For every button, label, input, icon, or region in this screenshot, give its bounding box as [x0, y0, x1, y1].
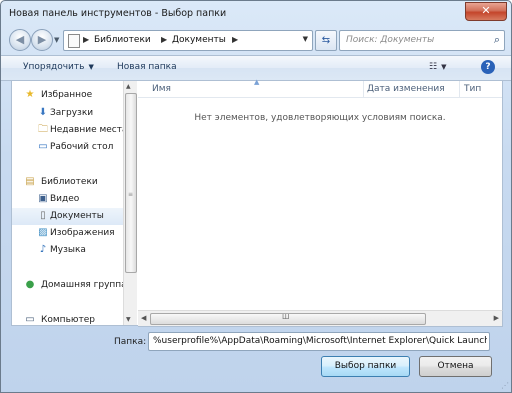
select-folder-button[interactable]: Выбор папки: [321, 356, 410, 377]
chevron-down-icon: ▼: [441, 63, 447, 71]
forward-button[interactable]: ▶: [31, 29, 53, 51]
computer-icon: ▭: [25, 314, 35, 325]
chevron-down-icon[interactable]: ▼: [303, 35, 308, 43]
navigation-pane: ★ Избранное ⬇ Загрузки 🗀 Недавние места ▭ Рабоч…: [11, 81, 138, 326]
sidebar-item-label: Библиотеки: [41, 177, 98, 187]
back-button[interactable]: ◀: [9, 29, 31, 51]
search-icon[interactable]: ⌕: [494, 33, 500, 47]
address-bar[interactable]: ▶ Библиотеки ▶ Документы ▶ ▼: [63, 30, 313, 51]
sidebar-item[interactable]: ▨ Изображения: [12, 225, 124, 242]
sidebar-item[interactable]: ★ Избранное: [12, 87, 124, 104]
music-icon: ♪: [39, 244, 47, 255]
recent-pages-dropdown-icon[interactable]: ▼: [54, 36, 59, 44]
documents-icon: ▯: [40, 210, 46, 221]
close-icon: ✕: [481, 4, 491, 17]
scroll-right-icon[interactable]: ▶: [494, 314, 499, 322]
folder-location-icon: [68, 34, 80, 48]
downloads-icon: ⬇: [38, 107, 48, 118]
scroll-left-icon[interactable]: ◀: [141, 314, 146, 322]
desktop-icon: ▭: [38, 141, 48, 152]
sidebar-item[interactable]: ▣ Видео: [12, 191, 124, 208]
sidebar-item[interactable]: ● Домашняя группа: [12, 277, 127, 294]
column-date-modified[interactable]: Дата изменения: [367, 84, 445, 94]
libraries-icon: ▤: [25, 176, 35, 187]
help-icon: ?: [485, 62, 491, 72]
sidebar-item[interactable]: ▯ Документы: [12, 208, 124, 225]
folder-label: Папка:: [114, 337, 147, 347]
sidebar-item[interactable]: 🗀 Недавние места: [12, 122, 128, 139]
new-folder-button[interactable]: Новая папка: [117, 62, 177, 72]
homegroup-icon: ●: [25, 279, 35, 290]
grip-icon: Ш: [282, 313, 290, 321]
view-options-icon: ☷: [429, 62, 438, 72]
dialog-window: Новая панель инструментов - Выбор папки …: [0, 0, 512, 393]
empty-message: Нет элементов, удовлетворяющих условиям …: [194, 113, 446, 123]
sort-indicator-icon: ▲: [254, 78, 260, 86]
scroll-up-icon[interactable]: ▲: [126, 83, 131, 90]
file-list[interactable]: ▲ Имя Дата изменения Тип Нет элементов, …: [138, 78, 503, 310]
organize-label: Упорядочить: [23, 62, 85, 72]
chevron-down-icon: ▼: [88, 63, 94, 71]
sidebar-item-label: Загрузки: [50, 108, 94, 118]
sidebar-item-label: Избранное: [41, 90, 93, 100]
sidebar-item[interactable]: ♪ Музыка: [12, 242, 124, 259]
cancel-button[interactable]: Отмена: [419, 356, 492, 377]
scrollbar-thumb[interactable]: Ш: [150, 313, 426, 325]
column-header: ▲ Имя Дата изменения Тип: [138, 78, 502, 98]
folder-path-field[interactable]: [148, 332, 490, 351]
resize-grip-icon[interactable]: ⋰: [501, 381, 509, 390]
star-icon: ★: [25, 89, 35, 100]
refresh-icon: ⇆: [321, 35, 331, 46]
sidebar-item-label: Видео: [50, 194, 80, 204]
sidebar-item-label: Музыка: [50, 245, 86, 255]
sidebar-item[interactable]: ▭ Компьютер: [12, 312, 124, 325]
scrollbar-thumb[interactable]: ≡: [125, 93, 137, 273]
chevron-right-icon[interactable]: ▶: [232, 35, 238, 44]
navigation-scrollbar[interactable]: ▲ ≡ ▼: [123, 81, 137, 325]
sidebar-item-label: Рабочий стол: [50, 142, 114, 152]
search-input[interactable]: Поиск: Документы: [346, 35, 434, 45]
sidebar-item-label: Документы: [50, 211, 104, 221]
scroll-down-icon[interactable]: ▼: [126, 316, 131, 323]
pictures-icon: ▨: [38, 227, 48, 238]
column-name[interactable]: Имя: [152, 84, 171, 94]
title-bar: Новая панель инструментов - Выбор папки …: [1, 1, 511, 27]
horizontal-scrollbar[interactable]: ◀ Ш ▶: [138, 310, 503, 327]
breadcrumb-documents[interactable]: Документы: [172, 35, 226, 45]
sidebar-item[interactable]: ▤ Библиотеки: [12, 174, 124, 191]
chevron-right-icon[interactable]: ▶: [83, 35, 89, 44]
column-divider[interactable]: [459, 81, 460, 97]
column-divider[interactable]: [363, 81, 364, 97]
refresh-button[interactable]: ⇆: [315, 30, 337, 51]
sidebar-item-label: Недавние места: [50, 125, 128, 135]
sidebar-item-label: Изображения: [50, 228, 115, 238]
navigation-bar: ◀ ▶ ▼ ▶ Библиотеки ▶ Документы ▶ ▼ ⇆ Пои…: [1, 27, 511, 53]
grip-icon: ≡: [128, 191, 134, 198]
video-icon: ▣: [38, 193, 48, 204]
recent-places-icon: 🗀: [38, 124, 48, 135]
search-box[interactable]: Поиск: Документы ⌕: [339, 30, 505, 51]
chevron-right-icon[interactable]: ▶: [161, 35, 167, 44]
sidebar-item[interactable]: ▭ Рабочий стол: [12, 139, 124, 156]
close-button[interactable]: ✕: [465, 2, 507, 21]
sidebar-item-label: Компьютер: [41, 315, 95, 325]
forward-icon: ▶: [37, 33, 47, 46]
sidebar-item-label: Домашняя группа: [41, 280, 127, 290]
sidebar-item[interactable]: ⬇ Загрузки: [12, 105, 124, 122]
organize-button[interactable]: Упорядочить ▼: [23, 62, 94, 72]
breadcrumb-libraries[interactable]: Библиотеки: [94, 35, 151, 45]
help-button[interactable]: ?: [481, 60, 495, 74]
change-view-button[interactable]: ☷ ▼: [429, 62, 446, 72]
column-type[interactable]: Тип: [464, 84, 481, 94]
back-icon: ◀: [15, 33, 25, 46]
window-title: Новая панель инструментов - Выбор папки: [9, 8, 227, 19]
